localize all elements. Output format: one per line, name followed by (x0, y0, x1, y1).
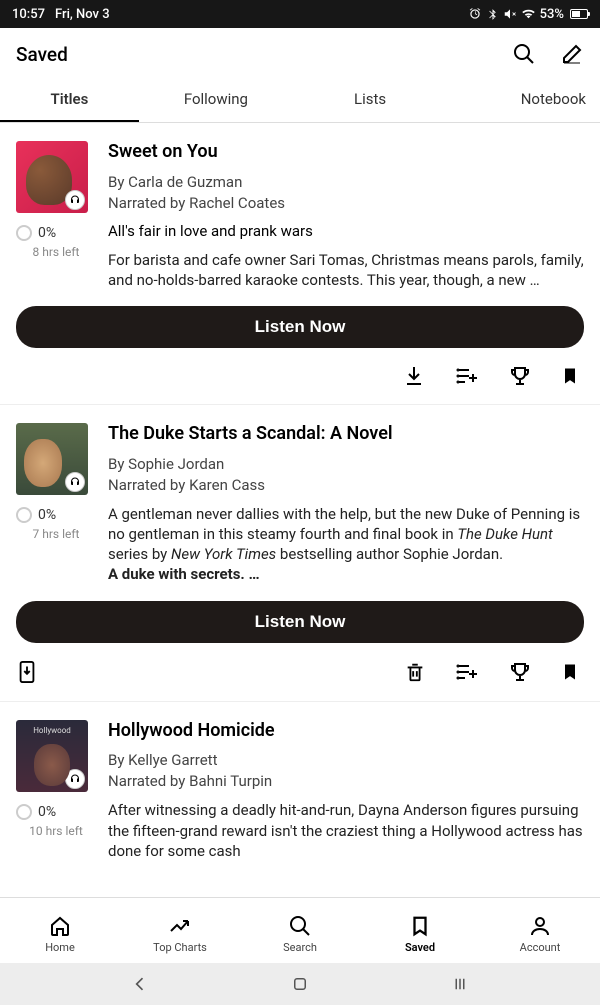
tabs: Titles Following Lists Notebook (0, 76, 600, 123)
person-icon (528, 914, 552, 938)
bookmark-icon (409, 914, 431, 938)
battery-pct: 53% (540, 7, 564, 22)
book-narrator: Narrated by Karen Cass (108, 476, 584, 494)
listen-now-button[interactable]: Listen Now (16, 306, 584, 348)
book-author: By Kellye Garrett (108, 751, 584, 769)
chevron-left-icon (130, 974, 150, 994)
sys-back-button[interactable] (130, 974, 150, 994)
nav-home[interactable]: Home (0, 898, 120, 963)
book-author: By Carla de Guzman (108, 173, 584, 191)
download-button[interactable] (402, 364, 426, 388)
audiobook-badge-icon (65, 769, 85, 789)
bookmark-icon (560, 660, 580, 684)
trophy-icon (508, 660, 532, 684)
tab-following[interactable]: Following (139, 76, 293, 122)
status-time: 10:57 (12, 7, 45, 22)
book-item[interactable]: 0% 7 hrs left The Duke Starts a Scandal:… (0, 405, 600, 702)
book-description: A gentleman never dallies with the help,… (108, 504, 584, 585)
audiobook-badge-icon (65, 190, 85, 210)
progress-percent: 0% (38, 804, 56, 820)
delete-button[interactable] (404, 660, 426, 684)
bookmark-button[interactable] (560, 364, 580, 388)
progress-indicator (16, 225, 32, 241)
home-icon (48, 914, 72, 938)
status-date: Fri, Nov 3 (55, 7, 110, 22)
achievement-button[interactable] (508, 364, 532, 388)
page-header: Saved (0, 28, 600, 76)
edit-button[interactable] (560, 42, 584, 66)
time-remaining: 10 hrs left (18, 824, 94, 838)
book-list: 0% 8 hrs left Sweet on You By Carla de G… (0, 123, 600, 877)
bars-icon (450, 975, 470, 993)
page-title: Saved (16, 43, 68, 66)
book-item[interactable]: 0% 10 hrs left Hollywood Homicide By Kel… (0, 702, 600, 877)
mute-icon (503, 7, 517, 21)
progress-percent: 0% (38, 507, 56, 523)
book-cover[interactable] (16, 720, 88, 792)
bookmark-icon (560, 364, 580, 388)
book-title: The Duke Starts a Scandal: A Novel (108, 423, 584, 445)
search-icon (288, 914, 312, 938)
book-tagline: All's fair in love and prank wars (108, 222, 584, 240)
list-add-icon (454, 364, 480, 388)
achievement-button[interactable] (508, 660, 532, 684)
book-item[interactable]: 0% 8 hrs left Sweet on You By Carla de G… (0, 123, 600, 405)
bookmark-button[interactable] (560, 660, 580, 684)
bluetooth-icon (486, 8, 499, 21)
android-nav-bar (0, 963, 600, 1005)
book-title: Hollywood Homicide (108, 720, 584, 742)
tab-notebook[interactable]: Notebook (447, 76, 600, 122)
audiobook-badge-icon (65, 472, 85, 492)
time-remaining: 7 hrs left (18, 527, 94, 541)
battery-icon (570, 9, 588, 19)
sys-recents-button[interactable] (450, 975, 470, 993)
listen-now-button[interactable]: Listen Now (16, 601, 584, 643)
progress-indicator (16, 804, 32, 820)
trash-icon (404, 660, 426, 684)
search-icon (512, 42, 536, 66)
book-cover[interactable] (16, 423, 88, 495)
book-narrator: Narrated by Bahni Turpin (108, 772, 584, 790)
download-device-button[interactable] (16, 659, 38, 685)
square-icon (291, 975, 309, 993)
tab-lists[interactable]: Lists (293, 76, 447, 122)
wifi-icon (521, 7, 536, 22)
time-remaining: 8 hrs left (18, 245, 94, 259)
progress-indicator (16, 507, 32, 523)
tab-titles[interactable]: Titles (0, 76, 139, 122)
book-narrator: Narrated by Rachel Coates (108, 194, 584, 212)
alarm-icon (468, 7, 482, 21)
android-status-bar: 10:57 Fri, Nov 3 53% (0, 0, 600, 28)
nav-saved[interactable]: Saved (360, 898, 480, 963)
add-to-list-button[interactable] (454, 660, 480, 684)
book-title: Sweet on You (108, 141, 584, 163)
sys-home-button[interactable] (291, 975, 309, 993)
pencil-icon (560, 42, 584, 66)
list-add-icon (454, 660, 480, 684)
trending-icon (168, 914, 192, 938)
nav-search[interactable]: Search (240, 898, 360, 963)
trophy-icon (508, 364, 532, 388)
book-description: After witnessing a deadly hit-and-run, D… (108, 800, 584, 861)
download-icon (402, 364, 426, 388)
nav-top-charts[interactable]: Top Charts (120, 898, 240, 963)
book-cover[interactable] (16, 141, 88, 213)
progress-percent: 0% (38, 225, 56, 241)
add-to-list-button[interactable] (454, 364, 480, 388)
device-download-icon (16, 659, 38, 685)
search-button[interactable] (512, 42, 536, 66)
book-description: For barista and cafe owner Sari Tomas, C… (108, 250, 584, 291)
status-icons: 53% (468, 7, 588, 22)
book-author: By Sophie Jordan (108, 455, 584, 473)
bottom-nav: Home Top Charts Search Saved Account (0, 897, 600, 963)
nav-account[interactable]: Account (480, 898, 600, 963)
